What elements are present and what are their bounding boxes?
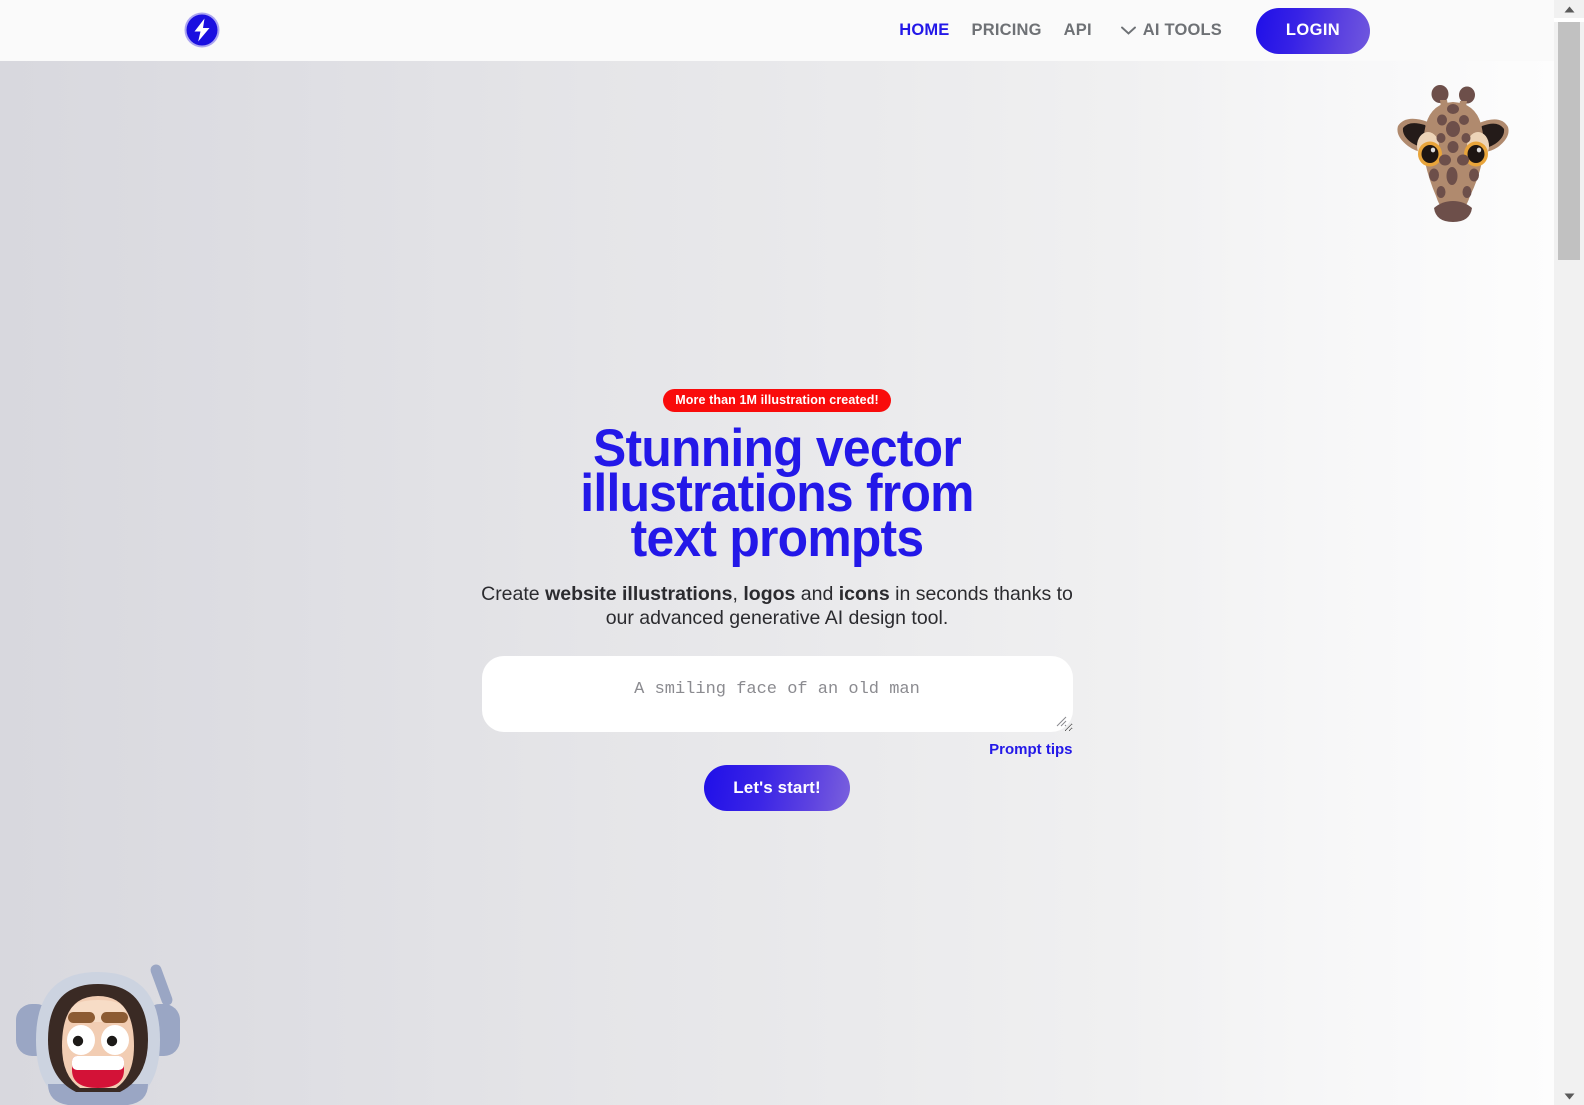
vertical-scrollbar[interactable] xyxy=(1554,0,1584,1105)
prompt-input[interactable] xyxy=(481,656,1073,732)
subtitle-bold1: website illustrations xyxy=(545,583,733,605)
status-badge: More than 1M illustration created! xyxy=(663,389,891,412)
prompt-tips-link[interactable]: Prompt tips xyxy=(989,741,1072,758)
site-logo[interactable] xyxy=(182,10,222,50)
scrollbar-thumb[interactable] xyxy=(1558,22,1580,260)
nav-item-home[interactable]: HOME xyxy=(888,0,960,61)
nav-item-ai-tools-label: AI TOOLS xyxy=(1142,21,1222,39)
subtitle-part2: , xyxy=(732,583,744,605)
hero-section: More than 1M illustration created! Stunn… xyxy=(0,61,1554,811)
subtitle-part1: Create xyxy=(481,583,546,605)
page-title: Stunning vector illustrations from text … xyxy=(580,419,974,568)
scroll-up-arrow-icon xyxy=(1564,6,1574,12)
subtitle-part3: and xyxy=(795,583,839,605)
nav-item-api[interactable]: API xyxy=(1053,0,1103,61)
prompt-input-group xyxy=(481,656,1073,732)
giraffe-head-illustration xyxy=(1397,85,1509,222)
scroll-down-arrow-icon xyxy=(1564,1093,1574,1099)
scroll-down-button[interactable] xyxy=(1554,1087,1584,1105)
prompt-tips-row: Prompt tips xyxy=(482,741,1072,758)
subtitle-bold2: logos xyxy=(743,583,796,605)
page-viewport: HOME PRICING API AI TOOLS LOGIN More tha… xyxy=(0,0,1554,1105)
site-header: HOME PRICING API AI TOOLS LOGIN xyxy=(0,0,1554,61)
chevron-down-icon xyxy=(1120,26,1136,35)
lets-start-button[interactable]: Let's start! xyxy=(704,765,850,811)
nav-item-ai-tools[interactable]: AI TOOLS xyxy=(1103,21,1232,40)
login-button[interactable]: LOGIN xyxy=(1256,7,1370,54)
astronaut-face-illustration xyxy=(16,964,180,1105)
hero-subtitle: Create website illustrations, logos and … xyxy=(477,582,1077,630)
lightning-bolt-logo-icon xyxy=(184,12,220,48)
main-navigation: HOME PRICING API AI TOOLS LOGIN xyxy=(888,0,1370,61)
scroll-up-button[interactable] xyxy=(1554,0,1584,18)
nav-item-pricing[interactable]: PRICING xyxy=(961,0,1053,61)
subtitle-bold3: icons xyxy=(838,583,890,605)
